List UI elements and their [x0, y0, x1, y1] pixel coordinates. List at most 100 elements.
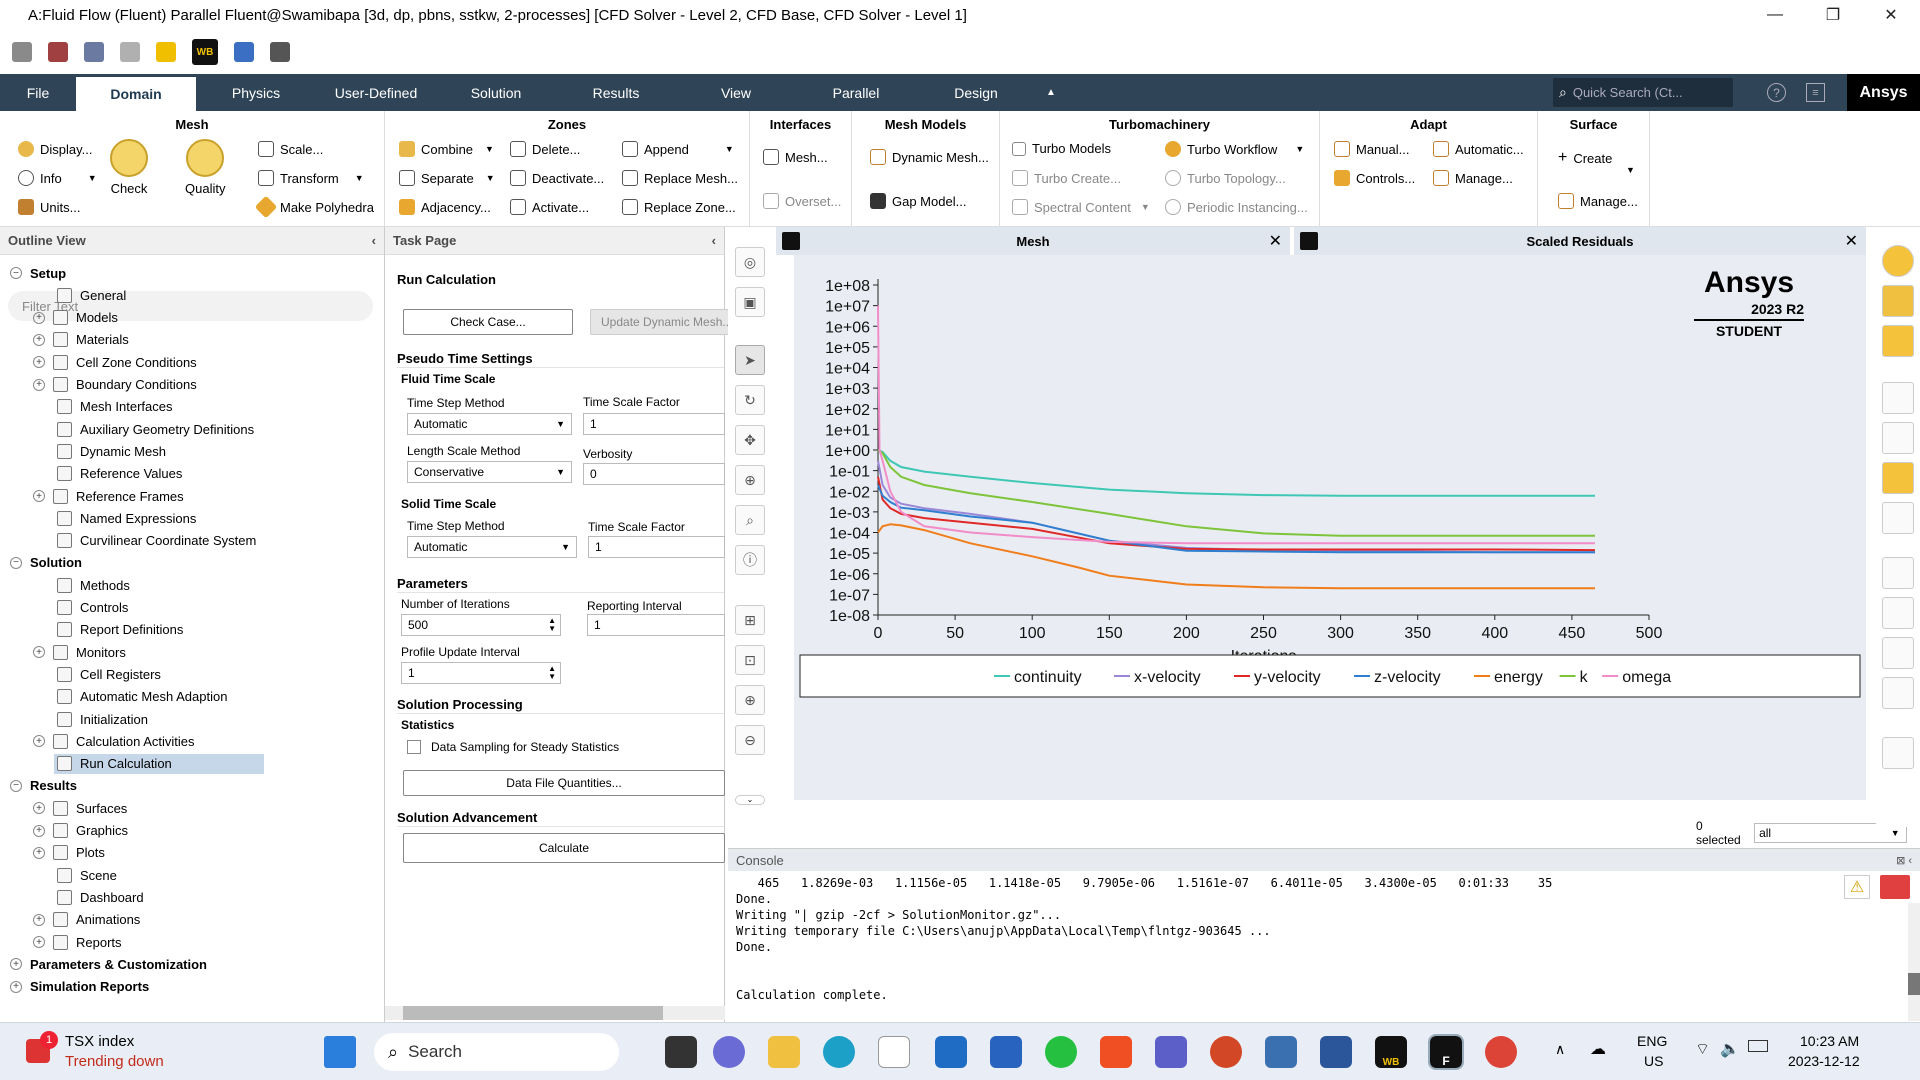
clock-date[interactable]: 2023-12-12 — [1788, 1053, 1860, 1069]
separate-button[interactable]: Separate ▼ — [399, 170, 495, 186]
console-output[interactable]: 465 1.8269e-03 1.1156e-05 1.1418e-05 9.7… — [728, 871, 1920, 1007]
tree-item-auxiliary-geometry-definitions[interactable]: Auxiliary Geometry Definitions — [57, 419, 254, 439]
delete-button[interactable]: Delete... — [510, 141, 580, 157]
menu-physics[interactable]: Physics — [196, 74, 316, 111]
solid-time-step-method-select[interactable]: Automatic ▼ — [407, 536, 577, 558]
zoom-out-icon[interactable]: ⊖ — [735, 725, 765, 755]
undo-view-icon[interactable] — [1882, 502, 1914, 534]
warning-icon[interactable]: ⚠ — [1844, 875, 1870, 899]
undo-icon[interactable] — [120, 42, 140, 62]
minimize-button[interactable]: — — [1746, 0, 1804, 30]
cloud-icon[interactable]: ☁ — [1590, 1039, 1606, 1059]
display-button[interactable]: Display... — [18, 141, 93, 157]
residuals-plot[interactable]: 1e+08 1e+07 1e+06 1e+05 1e+04 1e+03 1e+02 1e+01… — [794, 255, 1866, 800]
zoom-to-area-icon[interactable]: ⊡ — [735, 645, 765, 675]
tree-item-plots[interactable]: + Plots — [33, 843, 105, 863]
tab-scaled-residuals[interactable]: Scaled Residuals ✕ — [1294, 227, 1866, 255]
wifi-icon[interactable]: ⌔ — [1695, 1039, 1710, 1059]
tree-item-dynamic-mesh[interactable]: Dynamic Mesh — [57, 441, 166, 461]
quick-search-input[interactable]: Quick Search (Ct... — [1573, 85, 1683, 100]
expand-icon[interactable]: + — [33, 846, 45, 859]
console-options-icon[interactable]: ⊠ ‹ — [1896, 854, 1912, 867]
quick-search-box[interactable]: ⌕ Quick Search (Ct... — [1553, 78, 1733, 107]
time-scale-factor-input[interactable]: 1 — [583, 413, 725, 435]
menu-file[interactable]: File — [0, 74, 76, 111]
adapt-automatic-button[interactable]: Automatic... — [1433, 141, 1524, 157]
menu-solution[interactable]: Solution — [436, 74, 556, 111]
close-window-button[interactable]: ✕ — [1862, 0, 1920, 30]
windows-start-icon[interactable] — [324, 1036, 356, 1068]
word-icon[interactable] — [1320, 1036, 1352, 1068]
tree-item-methods[interactable]: Methods — [57, 575, 130, 595]
language-region[interactable]: US — [1644, 1053, 1663, 1069]
time-step-method-select[interactable]: Automatic ▼ — [407, 413, 572, 435]
collapse-icon[interactable]: − — [10, 779, 22, 792]
verbosity-input[interactable]: 0 — [583, 463, 725, 485]
close-tab-icon[interactable]: ✕ — [1269, 231, 1282, 251]
turbo-workflow-button[interactable]: Turbo Workflow ▼ — [1165, 141, 1304, 157]
list-icon[interactable] — [1882, 677, 1914, 709]
expand-icon[interactable]: + — [33, 735, 45, 748]
dynamic-mesh-button[interactable]: Dynamic Mesh... — [870, 149, 989, 165]
tree-item-boundary-conditions[interactable]: + Boundary Conditions — [33, 375, 197, 395]
tree-item-named-expressions[interactable]: Named Expressions — [57, 508, 196, 528]
transform-button[interactable]: Transform ▼ — [258, 170, 364, 186]
periodic-instancing-button[interactable]: Periodic Instancing... — [1165, 199, 1308, 215]
data-file-quantities-button[interactable]: Data File Quantities... — [403, 770, 725, 796]
turbo-topology-button[interactable]: Turbo Topology... — [1165, 170, 1286, 186]
transfer-icon[interactable] — [234, 42, 254, 62]
tree-item-solution[interactable]: − Solution — [10, 553, 82, 573]
axes-icon[interactable] — [1882, 557, 1914, 589]
tree-item-models[interactable]: + Models — [33, 308, 118, 328]
open-case-icon[interactable] — [12, 42, 32, 62]
expand-icon[interactable]: + — [33, 378, 45, 391]
taskbar-search[interactable]: ⌕ Search — [374, 1033, 619, 1071]
deactivate-button[interactable]: Deactivate... — [510, 170, 604, 186]
reporting-interval-input[interactable]: 1 — [587, 614, 725, 636]
menu-parallel[interactable]: Parallel — [796, 74, 916, 111]
expand-toolbar-icon[interactable]: ⌄ — [735, 795, 765, 805]
expand-icon[interactable]: + — [33, 311, 45, 324]
expand-icon[interactable]: + — [33, 356, 45, 369]
chevron-up-icon[interactable]: ∧ — [1555, 1041, 1565, 1058]
restore-button[interactable]: ❐ — [1804, 0, 1862, 30]
tree-item-general[interactable]: General — [57, 285, 126, 305]
fit-to-window-icon[interactable]: ⊞ — [735, 605, 765, 635]
expand-icon[interactable]: + — [33, 490, 45, 502]
chrome-icon[interactable] — [1485, 1036, 1517, 1068]
menu-results[interactable]: Results — [556, 74, 676, 111]
tree-item-calculation-activities[interactable]: + Calculation Activities — [33, 731, 195, 751]
tab-mesh[interactable]: Mesh ✕ — [776, 227, 1290, 255]
tree-item-cell-zone-conditions[interactable]: + Cell Zone Conditions — [33, 352, 197, 372]
menu-design[interactable]: Design — [916, 74, 1036, 111]
tree-item-dashboard[interactable]: Dashboard — [57, 887, 144, 907]
language-primary[interactable]: ENG — [1637, 1033, 1667, 1049]
tree-item-report-definitions[interactable]: Report Definitions — [57, 620, 183, 640]
display-mesh-icon[interactable]: ◎ — [735, 247, 765, 277]
workbench-taskbar-icon[interactable]: WB — [1375, 1036, 1407, 1068]
expand-icon[interactable]: + — [33, 646, 45, 659]
hide-eye-icon[interactable] — [1882, 422, 1914, 454]
close-tab-icon[interactable]: ✕ — [1845, 231, 1858, 251]
tree-item-cell-registers[interactable]: Cell Registers — [57, 664, 161, 684]
turbo-models-checkbox[interactable]: Turbo Models — [1012, 141, 1111, 156]
slider-icon[interactable] — [1882, 597, 1914, 629]
interfaces-mesh-button[interactable]: Mesh... — [763, 149, 828, 165]
chevron-down-icon[interactable]: ▼ — [1626, 165, 1635, 175]
copy-view-icon[interactable]: ▣ — [735, 287, 765, 317]
stop-icon[interactable] — [1880, 875, 1910, 899]
expand-icon[interactable]: + — [33, 913, 45, 926]
tree-item-materials[interactable]: + Materials — [33, 330, 129, 350]
num-iterations-input[interactable]: 500 ▲ ▼ — [401, 614, 561, 636]
tree-item-run-calculation[interactable]: Run Calculation — [54, 753, 264, 774]
workbench-icon[interactable]: WB — [192, 39, 218, 65]
expand-icon[interactable]: + — [33, 333, 45, 346]
tree-item-controls[interactable]: Controls — [57, 598, 128, 618]
overset-button[interactable]: Overset... — [763, 193, 841, 209]
surface-create-button[interactable]: + Create — [1558, 149, 1612, 167]
zoom-in-out-icon[interactable]: ⊕ — [735, 465, 765, 495]
teams-chat-icon[interactable] — [713, 1036, 745, 1068]
annotate-icon[interactable] — [1882, 637, 1914, 669]
fluent-taskbar-icon[interactable]: F — [1428, 1034, 1464, 1070]
tree-item-curvilinear-coordinate-system[interactable]: Curvilinear Coordinate System — [57, 531, 256, 551]
